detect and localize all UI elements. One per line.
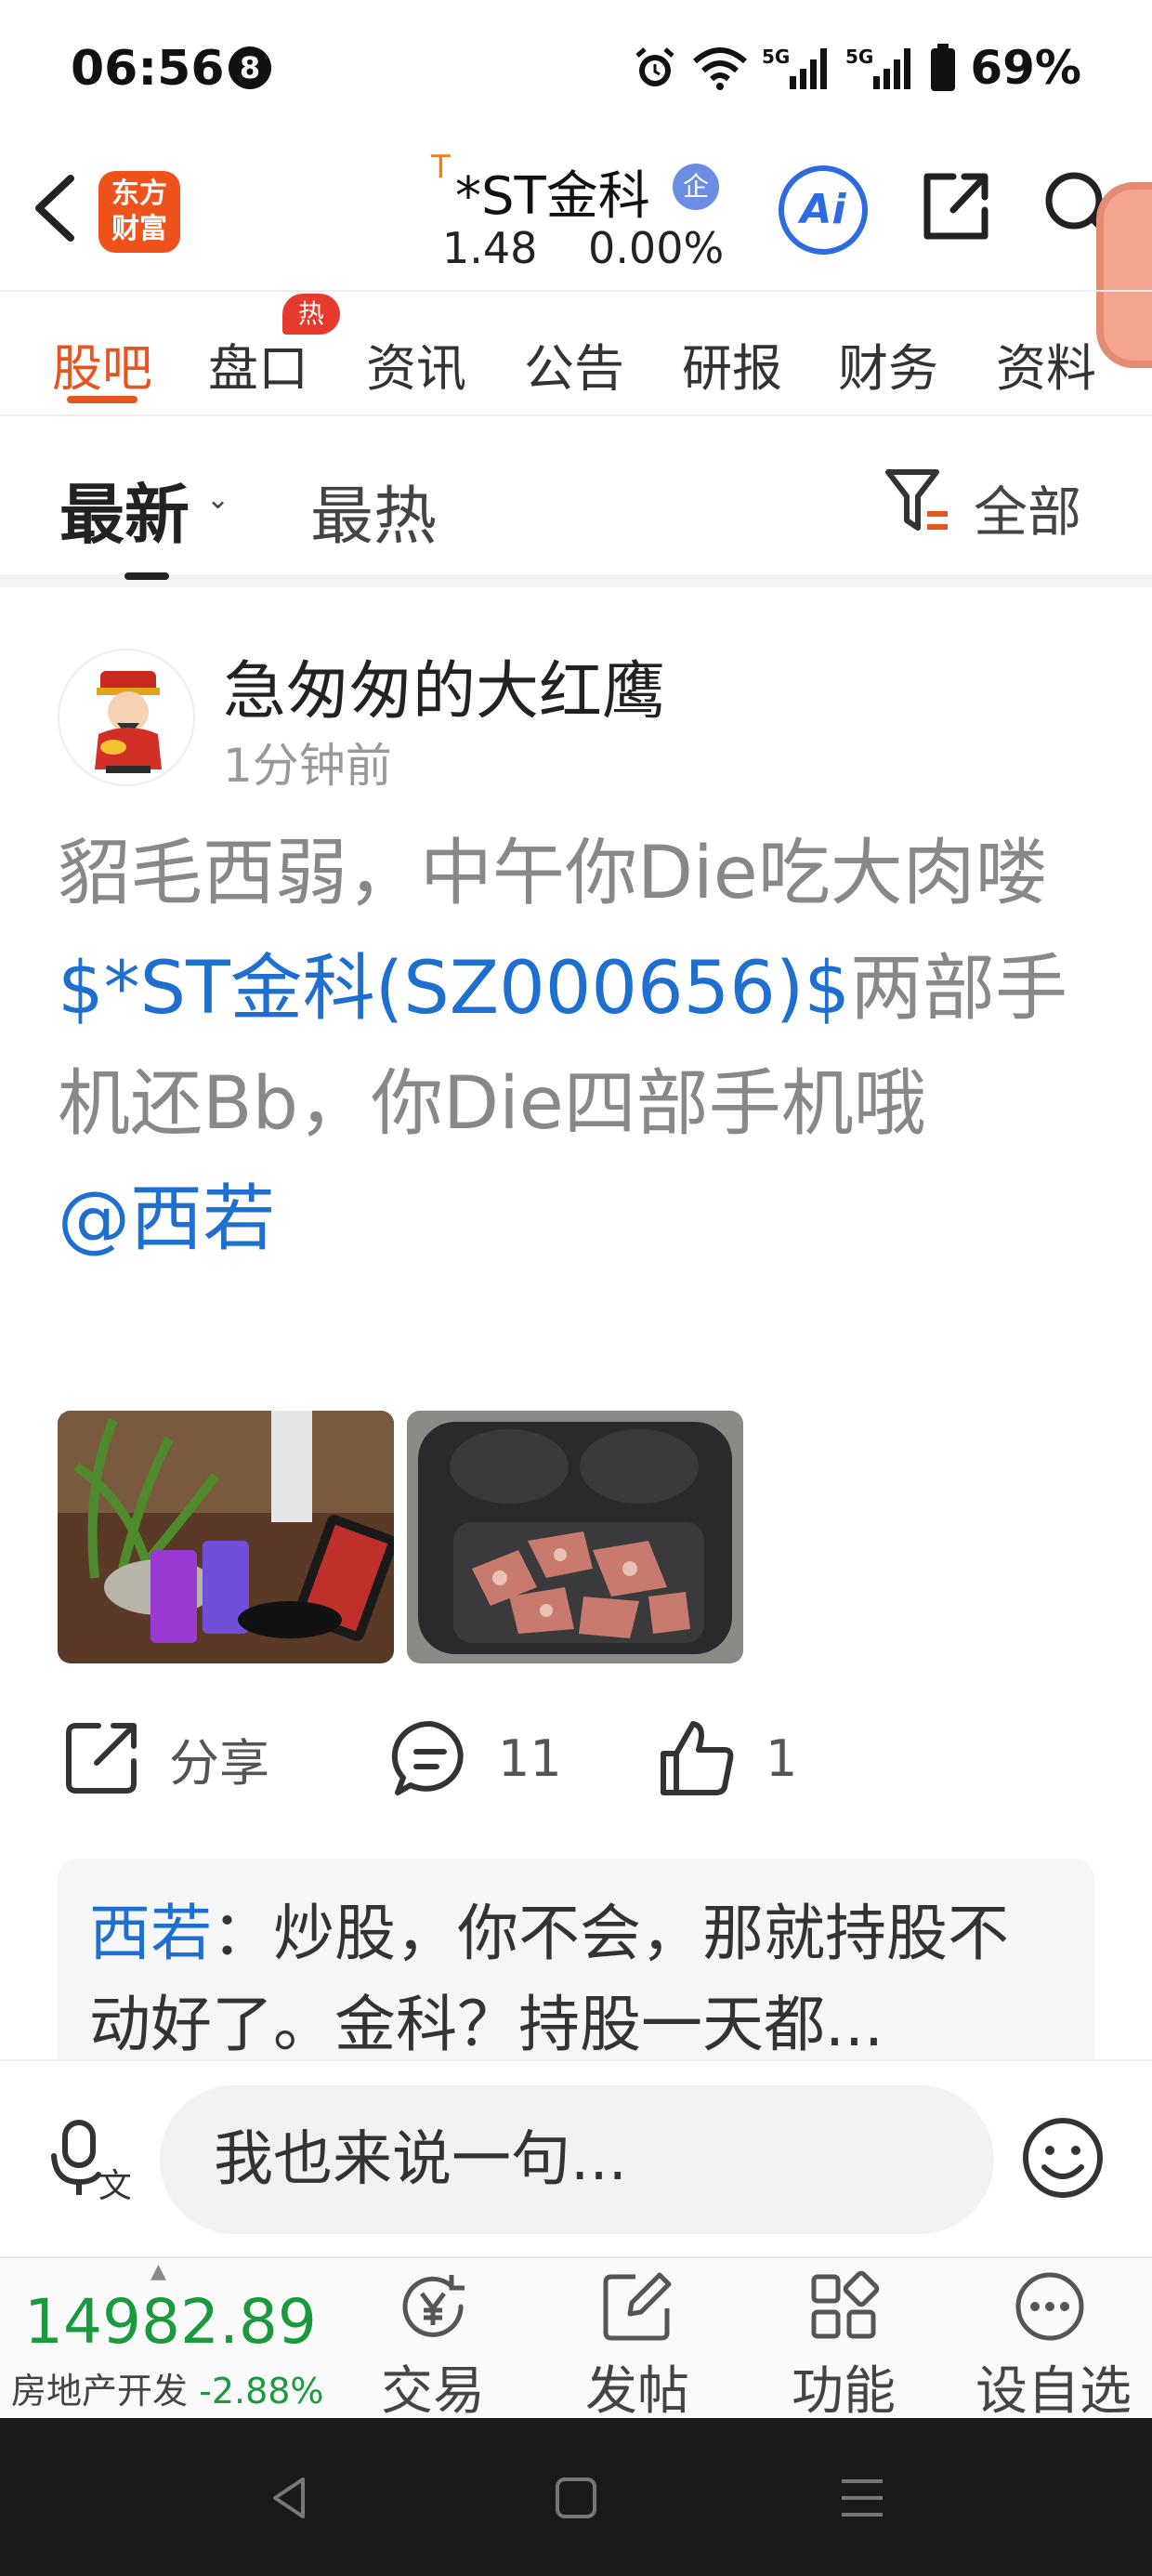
yen-refresh-icon: [402, 2275, 465, 2337]
sort-latest[interactable]: 最新: [59, 463, 190, 557]
nav-functions[interactable]: 功能: [769, 2267, 918, 2425]
comment-input[interactable]: [160, 2085, 994, 2234]
status-icons: 5G 5G 69%: [632, 41, 1081, 95]
status-time: 06:56: [71, 41, 225, 97]
share-label: 分享: [169, 1733, 269, 1793]
post-content[interactable]: 貂毛西弱，中午你Die吃大肉喽 $*ST金科(SZ000656)$两部手机还Bb…: [58, 816, 1098, 1277]
price-line: 1.48 0.00%: [442, 223, 761, 273]
svg-text:文: 文: [98, 2167, 130, 2201]
nav-functions-label: 功能: [792, 2361, 896, 2422]
signal-5g-icon: 5G: [762, 46, 828, 89]
post-image-phones[interactable]: [58, 1411, 394, 1663]
index-value[interactable]: 14982.89: [24, 2286, 317, 2358]
back-arrow-icon[interactable]: [24, 171, 89, 245]
tab-news[interactable]: 资讯: [366, 327, 466, 401]
stock-header: 东方 财富 T *ST金科 企 1.48 0.00% Ai: [0, 138, 1152, 290]
like-action[interactable]: 1: [658, 1712, 797, 1805]
share-icon: [66, 1723, 137, 1794]
chevron-down-icon[interactable]: ⌄: [206, 483, 229, 516]
post-username[interactable]: 急匆匆的大红鹰: [223, 639, 665, 731]
comment-bubble-icon: [391, 1720, 464, 1795]
expand-up-icon[interactable]: ▲: [151, 2260, 166, 2283]
thumbs-up-icon: [661, 1721, 734, 1795]
tab-guba[interactable]: 股吧: [52, 327, 152, 401]
notification-count-badge: 8: [229, 46, 271, 89]
filter-all-label[interactable]: 全部: [974, 468, 1081, 546]
phones-on-desk-image: [58, 1411, 394, 1663]
stock-title: T *ST金科 企: [431, 143, 738, 227]
hot-badge: 热: [282, 294, 340, 335]
filter-icon[interactable]: [884, 467, 955, 537]
ai-assistant-button[interactable]: Ai: [779, 165, 868, 255]
battery-icon: [931, 44, 956, 91]
post-image-meat[interactable]: [407, 1411, 743, 1663]
like-count: 1: [766, 1728, 798, 1788]
network-label-2: 5G: [845, 46, 873, 68]
alarm-icon: [635, 47, 674, 86]
bottom-bar: ▲ 14982.89 房地产开发 -2.88% 交易 发帖 功能 设自选: [0, 2256, 1152, 2422]
sort-hot[interactable]: 最热: [310, 465, 437, 557]
system-menu-icon[interactable]: [834, 2470, 890, 2526]
enterprise-verified-icon: 企: [673, 164, 719, 210]
tab-bar: 股吧 盘口 资讯 公告 研报 财务 资料: [0, 290, 1152, 416]
user-mention[interactable]: @西若: [58, 1177, 275, 1261]
comment-body: ：炒股，你不会，那就持股不动好了。金科？持股一天都...: [89, 1898, 1009, 2060]
share-action[interactable]: 分享: [61, 1712, 269, 1805]
t-trading-mark: T: [431, 149, 451, 186]
comment-preview-text: 西若：炒股，你不会，那就持股不动好了。金科？持股一天都...: [89, 1888, 1065, 2070]
status-bar: 06:56 8 5G 5G 69%: [0, 0, 1152, 138]
sort-indicator: [124, 572, 169, 580]
network-label-1: 5G: [762, 46, 790, 68]
tab-finance[interactable]: 财务: [838, 327, 938, 401]
index-label[interactable]: 房地产开发 -2.88%: [11, 2362, 324, 2413]
battery-percent: 69%: [970, 41, 1081, 95]
nav-add-watchlist[interactable]: 设自选: [975, 2267, 1132, 2425]
system-back-icon[interactable]: [262, 2470, 318, 2526]
active-tab-indicator: [67, 396, 137, 403]
caishen-avatar-icon: [95, 671, 162, 773]
nav-trade-label: 交易: [381, 2361, 485, 2422]
system-home-icon[interactable]: [548, 2470, 604, 2526]
tab-announcements[interactable]: 公告: [524, 327, 624, 401]
grilled-meat-image: [407, 1411, 743, 1663]
comment-author[interactable]: 西若: [89, 1898, 212, 1969]
system-navigation-bar: [0, 2418, 1152, 2576]
edit-icon: [603, 2272, 672, 2341]
index-change: -2.88%: [199, 2371, 324, 2412]
sort-bar: 最新 ⌄ 最热 全部: [0, 416, 1152, 587]
signal-5g-icon-2: 5G: [845, 46, 911, 89]
post-text-1: 貂毛西弱，中午你Die吃大肉喽: [58, 832, 1048, 915]
nav-trade[interactable]: 交易: [359, 2267, 507, 2425]
stock-price: 1.48: [442, 223, 538, 273]
nav-post-label: 发帖: [585, 2361, 689, 2422]
user-avatar[interactable]: [58, 649, 195, 786]
app-logo: 东方 财富: [98, 171, 180, 253]
nav-post[interactable]: 发帖: [563, 2267, 712, 2425]
stock-name: *ST金科: [455, 166, 650, 227]
comment-action[interactable]: 11: [390, 1712, 562, 1805]
share-icon[interactable]: [916, 167, 994, 245]
post-time: 1分钟前: [223, 739, 392, 793]
index-name: 房地产开发: [11, 2371, 189, 2412]
nav-add-watchlist-label: 设自选: [975, 2361, 1132, 2422]
emoji-icon[interactable]: [1018, 2113, 1107, 2202]
tab-pankou[interactable]: 盘口: [208, 327, 308, 401]
grid-icon: [811, 2270, 880, 2339]
comment-input-bar: 文: [0, 2059, 1152, 2256]
voice-input-icon[interactable]: 文: [46, 2117, 130, 2201]
tab-profile[interactable]: 资料: [996, 327, 1096, 401]
comment-count: 11: [498, 1728, 562, 1788]
more-dots-icon: [1015, 2272, 1084, 2341]
tab-research[interactable]: 研报: [682, 327, 782, 401]
wifi-icon: [693, 47, 748, 90]
stock-change-pct: 0.00%: [588, 223, 725, 273]
post-actions: 分享 11 1: [0, 1712, 1152, 1814]
stock-link[interactable]: $*ST金科(SZ000656)$: [58, 947, 850, 1031]
